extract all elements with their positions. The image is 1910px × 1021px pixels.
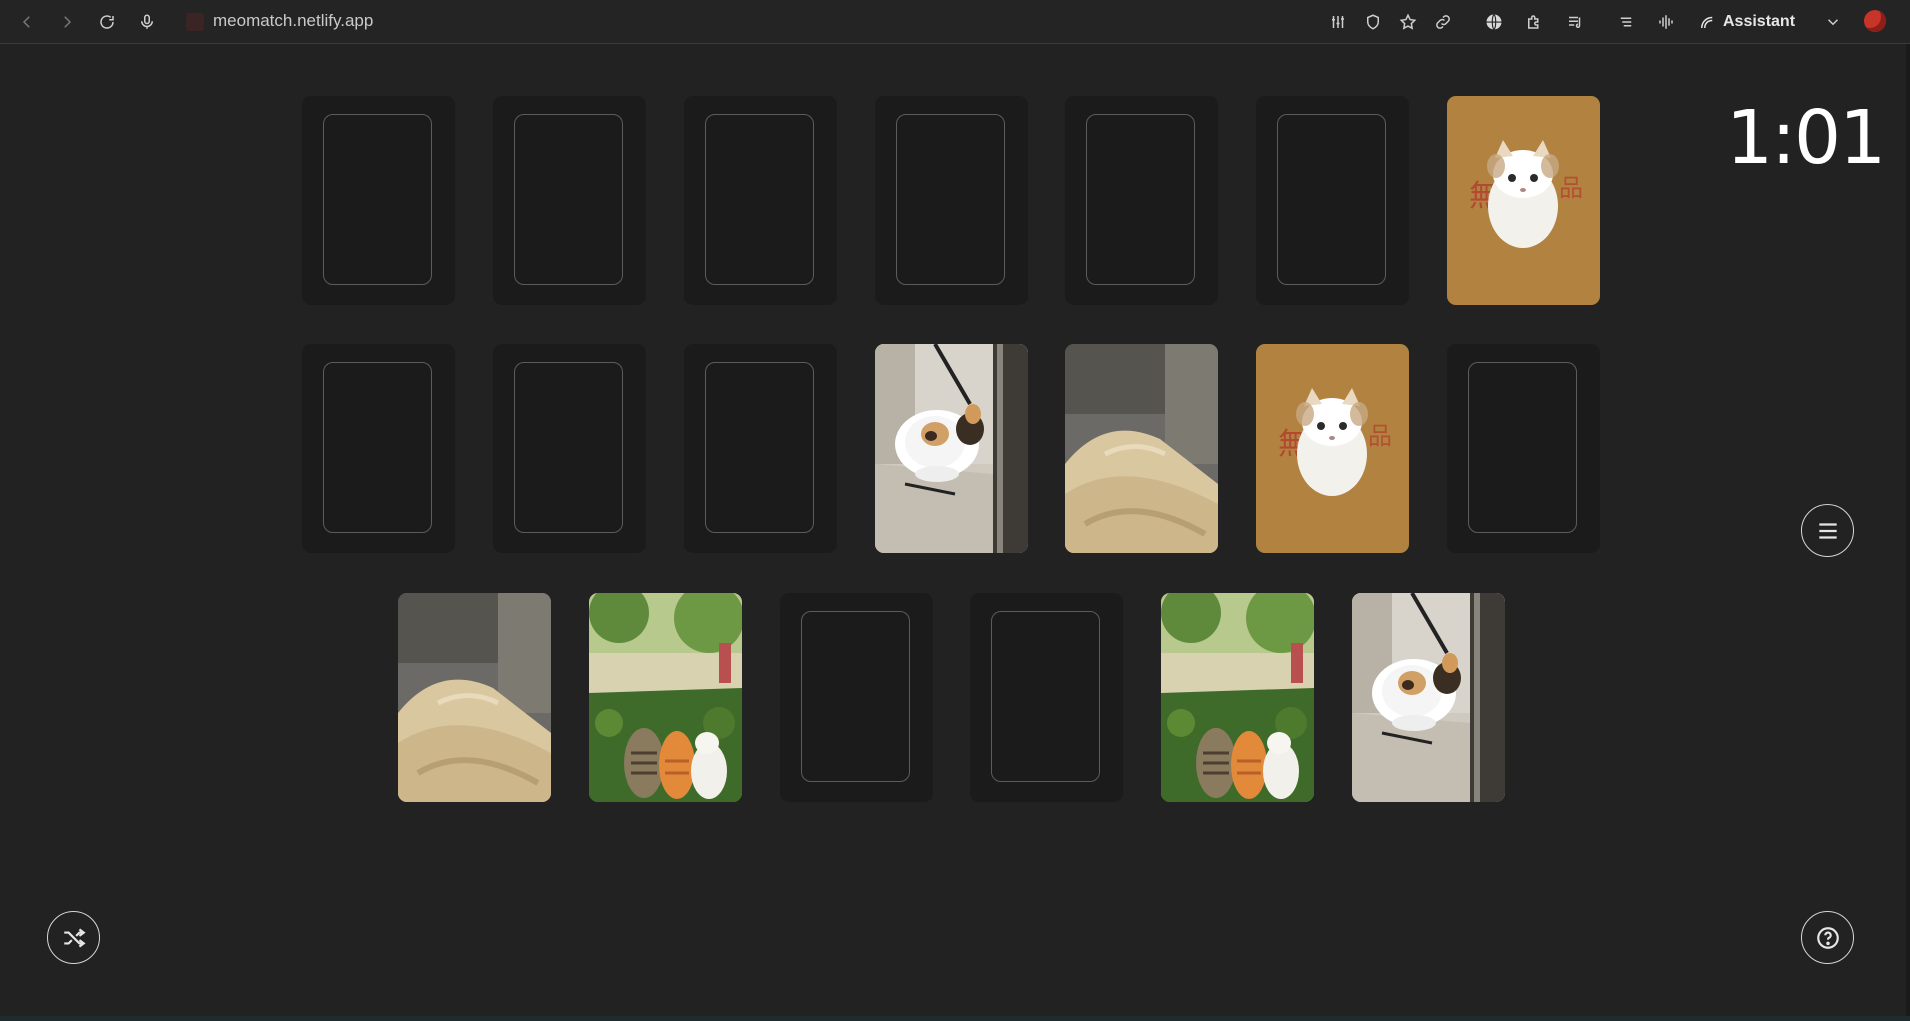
card-face-down[interactable] — [493, 344, 646, 553]
window-edge — [1906, 44, 1910, 1021]
card-bed[interactable] — [398, 593, 551, 802]
bed-image — [398, 593, 551, 802]
soundwave-icon[interactable] — [1652, 8, 1680, 36]
link-icon[interactable] — [1429, 8, 1457, 36]
card-face-down[interactable] — [780, 593, 933, 802]
menu-lines-icon[interactable] — [1612, 8, 1640, 36]
shuffle-icon — [63, 927, 86, 948]
card-cat-box[interactable]: 無 品 — [1447, 96, 1600, 305]
cat-box-image: 無 品 — [1256, 344, 1409, 553]
card-cat-calico[interactable] — [1352, 593, 1505, 802]
bed-image — [1065, 344, 1218, 553]
assistant-icon — [1701, 16, 1713, 29]
cat-box-image: 無 品 — [1447, 96, 1600, 305]
microphone-icon[interactable] — [133, 8, 161, 36]
game-timer: 1:01 — [1726, 95, 1886, 181]
svg-text:品: 品 — [1559, 174, 1583, 202]
help-button[interactable] — [1801, 911, 1854, 964]
playlist-icon[interactable] — [1561, 8, 1589, 36]
card-face-down[interactable] — [1447, 344, 1600, 553]
card-face-down[interactable] — [684, 344, 837, 553]
puzzle-icon[interactable] — [1520, 8, 1548, 36]
star-icon[interactable] — [1394, 8, 1422, 36]
card-face-down[interactable] — [875, 96, 1028, 305]
assistant-button[interactable]: Assistant — [1698, 8, 1795, 36]
cats-garden-image — [1161, 593, 1314, 802]
svg-text:品: 品 — [1368, 422, 1392, 450]
menu-button[interactable] — [1801, 504, 1854, 557]
card-bed[interactable] — [1065, 344, 1218, 553]
shuffle-button[interactable] — [47, 911, 100, 964]
browser-toolbar: meomatch.netlify.app Assistant — [0, 0, 1910, 44]
window-edge — [0, 1016, 1910, 1021]
card-cats-garden[interactable] — [1161, 593, 1314, 802]
sliders-icon[interactable] — [1324, 8, 1352, 36]
card-face-down[interactable] — [1256, 96, 1409, 305]
card-cat-calico[interactable] — [875, 344, 1028, 553]
question-icon — [1816, 926, 1839, 949]
back-icon[interactable] — [13, 8, 41, 36]
card-cat-box[interactable]: 無 品 — [1256, 344, 1409, 553]
profile-avatar[interactable] — [1864, 10, 1886, 32]
reload-icon[interactable] — [93, 8, 121, 36]
cats-garden-image — [589, 593, 742, 802]
card-cats-garden[interactable] — [589, 593, 742, 802]
cat-calico-image — [875, 344, 1028, 553]
hamburger-icon — [1818, 522, 1837, 539]
card-face-down[interactable] — [302, 344, 455, 553]
card-face-down[interactable] — [684, 96, 837, 305]
card-face-down[interactable] — [302, 96, 455, 305]
site-favicon — [186, 13, 204, 31]
globe-icon[interactable] — [1480, 8, 1508, 36]
card-face-down[interactable] — [970, 593, 1123, 802]
address-bar[interactable]: meomatch.netlify.app — [213, 11, 373, 31]
forward-icon[interactable] — [53, 8, 81, 36]
card-face-down[interactable] — [493, 96, 646, 305]
chevron-down-icon[interactable] — [1819, 8, 1847, 36]
assistant-label: Assistant — [1723, 13, 1796, 30]
cat-calico-image — [1352, 593, 1505, 802]
card-face-down[interactable] — [1065, 96, 1218, 305]
shield-icon[interactable] — [1359, 8, 1387, 36]
